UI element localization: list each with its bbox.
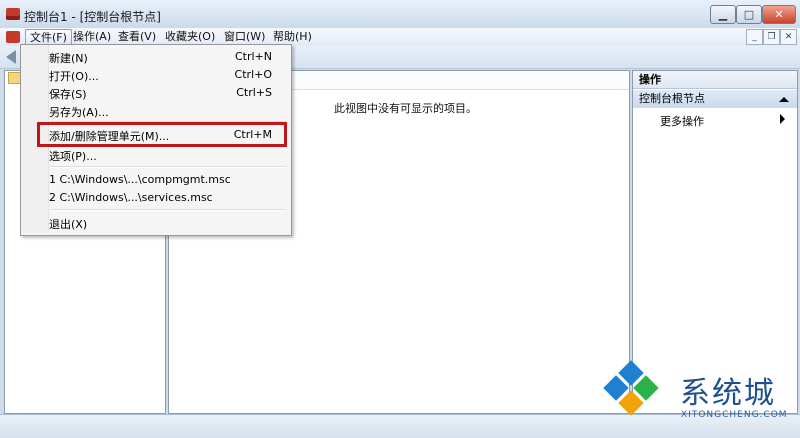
watermark-logo-subtext: XITONGCHENG.COM [681,410,788,420]
highlight-annotation-box [37,122,287,147]
actions-section-header[interactable]: 控制台根节点 [633,90,797,108]
menu-item-save-as[interactable]: 另存为(A)... [49,104,109,120]
shortcut-save: Ctrl+S [236,86,272,99]
back-arrow-icon[interactable] [6,50,16,64]
menu-item-save[interactable]: 保存(S) [49,86,87,102]
menu-item-new[interactable]: 新建(N) [49,50,88,66]
mdi-close-button[interactable]: ✕ [780,29,797,45]
window-title: 控制台1 - [控制台根节点] [24,10,161,24]
actions-pane-title: 操作 [633,71,797,89]
menu-item-recent-2[interactable]: 2 C:\Windows\...\services.msc [49,191,213,204]
actions-pane [632,70,798,414]
maximize-button[interactable]: □ [736,5,762,24]
status-bar [0,414,800,438]
empty-view-message: 此视图中没有可显示的项目。 [334,102,477,115]
shortcut-open: Ctrl+O [234,68,272,81]
menu-separator [50,166,286,168]
submenu-arrow-icon [780,114,785,124]
minimize-button[interactable]: ▁ [710,5,736,24]
close-button[interactable]: ✕ [762,5,796,24]
menu-item-exit[interactable]: 退出(X) [49,216,87,232]
shortcut-new: Ctrl+N [234,50,272,63]
collapse-up-icon[interactable] [779,97,789,102]
menu-item-recent-1[interactable]: 1 C:\Windows\...\compmgmt.msc [49,173,231,186]
mdi-restore-button[interactable]: ❐ [763,29,780,45]
menu-separator [50,209,286,211]
mdi-minimize-button[interactable]: _ [746,29,763,45]
mmc-app-icon[interactable] [6,8,20,20]
more-actions-item[interactable]: 更多操作 [660,113,704,129]
menu-item-options[interactable]: 选项(P)... [49,148,97,164]
watermark-logo-text: 系统城 [680,376,776,411]
menu-item-open[interactable]: 打开(O)... [49,68,99,84]
console-icon[interactable] [6,31,20,43]
